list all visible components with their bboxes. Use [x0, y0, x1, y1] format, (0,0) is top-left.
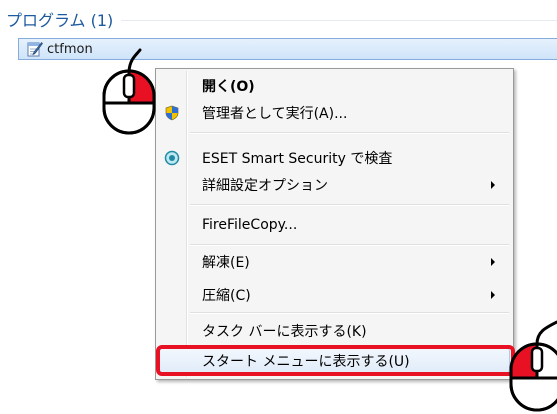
menu-item-advanced-options[interactable]: 詳細設定オプション [158, 172, 511, 197]
menu-separator [190, 132, 509, 134]
submenu-arrow-icon [491, 181, 495, 189]
menu-item-label: 管理者として実行(A)... [202, 105, 348, 122]
context-menu: 開く(O) 管理者として実行(A)... ESET Smart Security… [155, 68, 514, 380]
menu-item-run-as-admin[interactable]: 管理者として実行(A)... [158, 100, 511, 125]
submenu-arrow-icon [491, 258, 495, 266]
menu-item-label: ESET Smart Security で検査 [202, 150, 393, 167]
menu-item-label: 解凍(E) [202, 254, 250, 271]
search-result-ctfmon[interactable]: ctfmon [18, 38, 557, 60]
notepad-icon [27, 42, 43, 57]
uac-shield-icon [164, 105, 180, 121]
result-label: ctfmon [47, 41, 93, 57]
submenu-arrow-icon [491, 291, 495, 299]
menu-item-label: 開く(O) [202, 78, 255, 95]
menu-item-label: 圧縮(C) [202, 287, 251, 304]
eset-icon [164, 150, 180, 166]
menu-item-compress[interactable]: 圧縮(C) [158, 282, 511, 307]
menu-separator [190, 312, 509, 314]
menu-item-label: 詳細設定オプション [202, 177, 328, 194]
menu-item-open[interactable]: 開く(O) [158, 73, 511, 98]
menu-separator [190, 244, 509, 246]
group-title: プログラム (1) [6, 11, 114, 30]
menu-item-eset-scan[interactable]: ESET Smart Security で検査 [158, 145, 511, 170]
mouse-left-click-icon [509, 320, 557, 412]
menu-item-label: タスク バーに表示する(K) [202, 323, 367, 340]
menu-separator [190, 204, 509, 206]
menu-item-pin-taskbar[interactable]: タスク バーに表示する(K) [158, 318, 511, 343]
highlight-callout-box [156, 345, 515, 376]
menu-item-label: FireFileCopy... [202, 216, 298, 233]
group-divider [121, 19, 557, 21]
menu-item-extract[interactable]: 解凍(E) [158, 249, 511, 274]
mouse-right-click-icon [102, 48, 156, 135]
programs-group-header: プログラム (1) [6, 6, 557, 32]
menu-item-firefilecopy[interactable]: FireFileCopy... [158, 212, 511, 237]
